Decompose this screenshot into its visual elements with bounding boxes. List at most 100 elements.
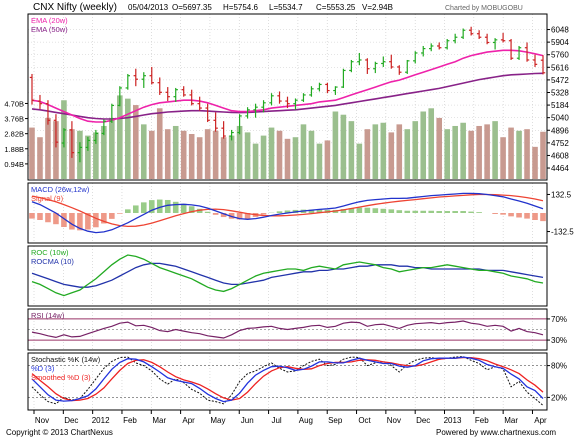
macd-histogram-bar: [500, 213, 506, 215]
macd-histogram-bar: [436, 211, 442, 213]
macd-histogram-bar: [213, 213, 219, 215]
footer-copyright: Copyright © 2013 ChartNexus: [6, 428, 113, 437]
macd-histogram-bar: [389, 209, 395, 213]
macd-histogram-bar: [45, 213, 51, 222]
header-low: L=5534.7: [269, 3, 303, 12]
x-tick-label: Apr: [182, 416, 195, 425]
volume-bar: [460, 123, 466, 179]
x-tick-label: Feb: [475, 416, 489, 425]
stochastic-level-label: 20%: [551, 393, 567, 402]
macd-histogram-bar: [516, 213, 522, 217]
macd-signal-line: [32, 195, 543, 227]
rsi-legend-entry: RSI (14w): [31, 311, 65, 320]
price-tick-label: 5904: [551, 38, 569, 47]
volume-bar: [341, 115, 347, 179]
header-high: H=5754.6: [223, 3, 258, 12]
volume-bar: [245, 132, 251, 179]
volume-bar: [484, 124, 490, 179]
volume-bar: [309, 131, 315, 179]
macd-histogram-bar: [37, 213, 43, 220]
x-tick-label: Feb: [123, 416, 137, 425]
volume-bar: [468, 131, 474, 179]
volume-bar: [141, 124, 147, 179]
roc-line: [32, 255, 543, 296]
chart-container: NovDec2012FebMarAprMayJunJulAugSepOctNov…: [0, 0, 584, 439]
volume-bar: [157, 108, 163, 179]
footer-powered: Powered by www.chartnexus.com: [436, 428, 556, 437]
volume-bar: [396, 124, 402, 179]
price-tick-label: 4608: [551, 151, 569, 160]
volume-bar: [125, 99, 131, 179]
volume-bar: [333, 112, 339, 180]
macd-histogram-bar: [69, 213, 75, 230]
macd-histogram-bar: [381, 209, 387, 213]
ema50-line: [32, 73, 543, 119]
macd-histogram-bar: [117, 213, 123, 214]
x-tick-label: Mar: [504, 416, 518, 425]
macd-histogram-bar: [93, 213, 99, 227]
macd-histogram-bar: [125, 209, 131, 213]
stochastic-level-label: 80%: [551, 362, 567, 371]
macd-histogram-bar: [452, 211, 458, 213]
x-tick-label: Mar: [152, 416, 166, 425]
x-tick-label: Nov: [35, 416, 49, 425]
macd-legend-entry: Signal (9): [31, 194, 64, 203]
volume-bar: [524, 129, 530, 179]
volume-tick-label: 0.94B: [4, 160, 24, 169]
volume-bar: [452, 126, 458, 179]
price-tick-label: 5040: [551, 114, 569, 123]
macd-histogram-bar: [365, 208, 371, 213]
header-date: 05/04/2013: [128, 3, 169, 12]
volume-bar: [117, 95, 123, 179]
volume-bar: [109, 118, 115, 179]
volume-bar: [516, 131, 522, 179]
rsi-level-label: 30%: [551, 336, 567, 345]
macd-histogram-bar: [165, 200, 171, 213]
header-open: O=5697.35: [172, 3, 212, 12]
volume-bar: [436, 118, 442, 179]
volume-bar: [301, 124, 307, 179]
volume-bar: [373, 124, 379, 179]
volume-bar: [444, 129, 450, 179]
volume-bar: [404, 129, 410, 179]
volume-bar: [492, 121, 498, 179]
volume-bar: [277, 131, 283, 179]
macd-histogram-bar: [444, 211, 450, 213]
macd-histogram-bar: [532, 213, 538, 220]
price-tick-label: 5184: [551, 101, 569, 110]
macd-histogram-bar: [205, 212, 211, 213]
price-legend-entry: EMA (20w): [31, 16, 68, 25]
chart-canvas: NovDec2012FebMarAprMayJunJulAugSepOctNov…: [0, 0, 584, 439]
volume-bar: [213, 131, 219, 179]
volume-tick-label: 1.88B: [4, 145, 24, 154]
macd-histogram-bar: [173, 202, 179, 213]
x-tick-label: Jul: [271, 416, 281, 425]
x-tick-label: 2013: [444, 416, 462, 425]
volume-bar: [389, 132, 395, 179]
price-tick-label: 5328: [551, 88, 569, 97]
macd-histogram-bar: [133, 205, 139, 213]
x-tick-label: Oct: [358, 416, 371, 425]
macd-histogram-bar: [476, 212, 482, 213]
header-volume: V=2.94B: [362, 3, 393, 12]
macd-histogram-bar: [460, 211, 466, 213]
x-tick-label: Dec: [416, 416, 430, 425]
volume-bar: [500, 137, 506, 179]
roc-legend-entry: ROCMA (10): [31, 257, 74, 266]
macd-histogram-bar: [540, 213, 546, 221]
macd-histogram-bar: [29, 213, 35, 219]
volume-tick-label: 3.76B: [4, 115, 24, 124]
volume-bar: [269, 128, 275, 179]
chart-credit: Charted by MOBUGOBU: [445, 5, 523, 12]
macd-histogram-bar: [357, 208, 363, 213]
volume-bar: [365, 129, 371, 179]
x-tick-label: Apr: [534, 416, 547, 425]
panel-frame-sto: [28, 353, 547, 410]
volume-bar: [325, 140, 331, 179]
stochastic-k-line: [32, 357, 543, 406]
volume-bar: [428, 108, 434, 179]
macd-histogram-bar: [492, 213, 498, 214]
x-tick-label: Sep: [328, 416, 343, 425]
price-tick-label: 5616: [551, 63, 569, 72]
macd-histogram-bar: [508, 213, 514, 216]
